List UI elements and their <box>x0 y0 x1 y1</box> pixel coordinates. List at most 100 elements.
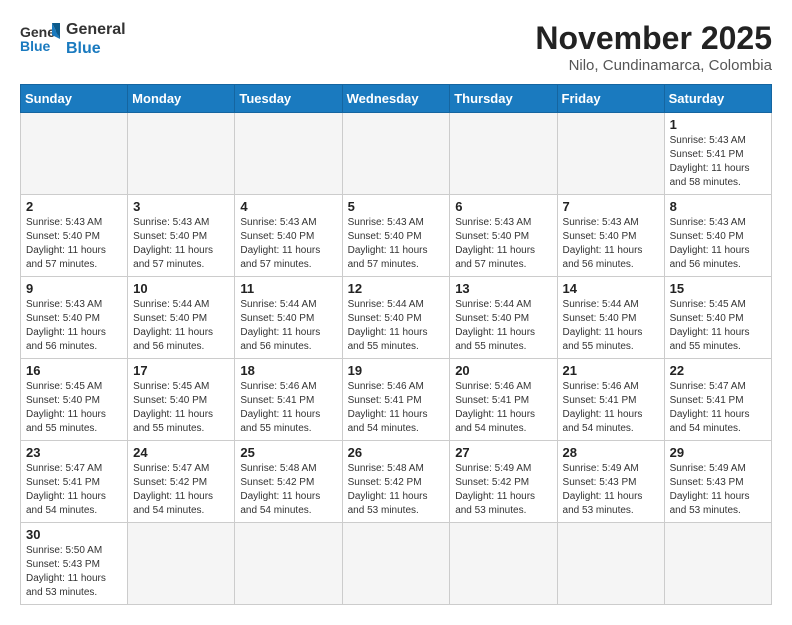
day-info: Sunrise: 5:43 AMSunset: 5:40 PMDaylight:… <box>133 216 229 272</box>
logo-icon: General Blue <box>20 21 60 57</box>
empty-cell <box>235 523 342 605</box>
empty-cell <box>128 113 235 195</box>
day-number: 8 <box>670 199 766 214</box>
calendar-row: 16 Sunrise: 5:45 AMSunset: 5:40 PMDayligh… <box>21 359 772 441</box>
day-number: 12 <box>348 281 445 296</box>
day-number: 5 <box>348 199 445 214</box>
day-number: 17 <box>133 363 229 378</box>
day-cell-26: 26 Sunrise: 5:48 AMSunset: 5:42 PMDayligh… <box>342 441 450 523</box>
day-cell-17: 17 Sunrise: 5:45 AMSunset: 5:40 PMDayligh… <box>128 359 235 441</box>
day-cell-4: 4Sunrise: 5:43 AMSunset: 5:40 PMDaylight… <box>235 195 342 277</box>
day-number: 26 <box>348 445 445 460</box>
day-number: 7 <box>563 199 659 214</box>
weekday-header-row: Sunday Monday Tuesday Wednesday Thursday… <box>21 85 772 113</box>
day-cell-16: 16Sunrise: 5:45 AMSunset: 5:40 PMDayligh… <box>21 359 128 441</box>
day-info: Sunrise: 5:46 AMSunset: 5:41 PMDaylight:… <box>455 380 551 436</box>
day-number: 23 <box>26 445 122 460</box>
day-cell-20: 20Sunrise: 5:46 AMSunset: 5:41 PMDayligh… <box>450 359 557 441</box>
day-cell-29: 29Sunrise: 5:49 AMSunset: 5:43 PMDayligh… <box>664 441 771 523</box>
day-cell-30: 30 Sunrise: 5:50 AMSunset: 5:43 PMDayligh… <box>21 523 128 605</box>
header-saturday: Saturday <box>664 85 771 113</box>
empty-cell <box>450 523 557 605</box>
calendar-row: 30 Sunrise: 5:50 AMSunset: 5:43 PMDayligh… <box>21 523 772 605</box>
day-info: Sunrise: 5:49 AMSunset: 5:42 PMDaylight:… <box>455 462 551 518</box>
day-number: 28 <box>563 445 659 460</box>
header-tuesday: Tuesday <box>235 85 342 113</box>
day-info: Sunrise: 5:47 AMSunset: 5:41 PMDaylight:… <box>670 380 766 436</box>
day-info: Sunrise: 5:46 AMSunset: 5:41 PMDaylight:… <box>240 380 336 436</box>
day-info: Sunrise: 5:45 AMSunset: 5:40 PMDaylight:… <box>133 380 229 436</box>
day-cell-6: 6 Sunrise: 5:43 AMSunset: 5:40 PMDaylight… <box>450 195 557 277</box>
day-cell-7: 7 Sunrise: 5:43 AMSunset: 5:40 PMDaylight… <box>557 195 664 277</box>
day-cell-10: 10 Sunrise: 5:44 AMSunset: 5:40 PMDayligh… <box>128 277 235 359</box>
empty-cell <box>21 113 128 195</box>
empty-cell <box>557 523 664 605</box>
day-cell-27: 27 Sunrise: 5:49 AMSunset: 5:42 PMDayligh… <box>450 441 557 523</box>
month-title: November 2025 <box>535 20 772 57</box>
day-info: Sunrise: 5:43 AMSunset: 5:40 PMDaylight:… <box>563 216 659 272</box>
empty-cell <box>128 523 235 605</box>
day-number: 16 <box>26 363 122 378</box>
day-number: 18 <box>240 363 336 378</box>
day-number: 19 <box>348 363 445 378</box>
empty-cell <box>450 113 557 195</box>
day-info: Sunrise: 5:44 AMSunset: 5:40 PMDaylight:… <box>133 298 229 354</box>
day-info: Sunrise: 5:43 AMSunset: 5:40 PMDaylight:… <box>240 216 336 272</box>
day-info: Sunrise: 5:50 AMSunset: 5:43 PMDaylight:… <box>26 544 122 600</box>
day-cell-8: 8 Sunrise: 5:43 AMSunset: 5:40 PMDaylight… <box>664 195 771 277</box>
day-number: 13 <box>455 281 551 296</box>
page-header: General Blue General Blue November 2025 … <box>20 20 772 74</box>
day-cell-3: 3 Sunrise: 5:43 AMSunset: 5:40 PMDaylight… <box>128 195 235 277</box>
day-info: Sunrise: 5:43 AMSunset: 5:40 PMDaylight:… <box>26 298 122 354</box>
day-info: Sunrise: 5:44 AMSunset: 5:40 PMDaylight:… <box>348 298 445 354</box>
day-info: Sunrise: 5:45 AMSunset: 5:40 PMDaylight:… <box>670 298 766 354</box>
day-cell-18: 18 Sunrise: 5:46 AMSunset: 5:41 PMDayligh… <box>235 359 342 441</box>
day-number: 2 <box>26 199 122 214</box>
day-number: 25 <box>240 445 336 460</box>
day-number: 30 <box>26 527 122 542</box>
svg-text:Blue: Blue <box>20 38 51 54</box>
day-info: Sunrise: 5:47 AMSunset: 5:42 PMDaylight:… <box>133 462 229 518</box>
day-number: 15 <box>670 281 766 296</box>
day-info: Sunrise: 5:44 AMSunset: 5:40 PMDaylight:… <box>455 298 551 354</box>
day-cell-19: 19 Sunrise: 5:46 AMSunset: 5:41 PMDayligh… <box>342 359 450 441</box>
day-info: Sunrise: 5:46 AMSunset: 5:41 PMDaylight:… <box>348 380 445 436</box>
day-cell-23: 23 Sunrise: 5:47 AMSunset: 5:41 PMDayligh… <box>21 441 128 523</box>
day-number: 6 <box>455 199 551 214</box>
day-info: Sunrise: 5:43 AMSunset: 5:40 PMDaylight:… <box>670 216 766 272</box>
calendar-row: 23 Sunrise: 5:47 AMSunset: 5:41 PMDayligh… <box>21 441 772 523</box>
day-number: 27 <box>455 445 551 460</box>
location: Nilo, Cundinamarca, Colombia <box>535 57 772 74</box>
empty-cell <box>342 113 450 195</box>
calendar-row: 9Sunrise: 5:43 AMSunset: 5:40 PMDaylight… <box>21 277 772 359</box>
day-cell-5: 5 Sunrise: 5:43 AMSunset: 5:40 PMDaylight… <box>342 195 450 277</box>
day-info: Sunrise: 5:43 AMSunset: 5:40 PMDaylight:… <box>455 216 551 272</box>
day-info: Sunrise: 5:43 AMSunset: 5:40 PMDaylight:… <box>348 216 445 272</box>
day-number: 24 <box>133 445 229 460</box>
day-info: Sunrise: 5:43 AMSunset: 5:40 PMDaylight:… <box>26 216 122 272</box>
day-info: Sunrise: 5:44 AMSunset: 5:40 PMDaylight:… <box>240 298 336 354</box>
day-info: Sunrise: 5:48 AMSunset: 5:42 PMDaylight:… <box>348 462 445 518</box>
day-info: Sunrise: 5:47 AMSunset: 5:41 PMDaylight:… <box>26 462 122 518</box>
empty-cell <box>235 113 342 195</box>
day-cell-9: 9Sunrise: 5:43 AMSunset: 5:40 PMDaylight… <box>21 277 128 359</box>
day-number: 3 <box>133 199 229 214</box>
day-info: Sunrise: 5:49 AMSunset: 5:43 PMDaylight:… <box>563 462 659 518</box>
day-cell-11: 11Sunrise: 5:44 AMSunset: 5:40 PMDayligh… <box>235 277 342 359</box>
day-cell-15: 15 Sunrise: 5:45 AMSunset: 5:40 PMDayligh… <box>664 277 771 359</box>
calendar-row-1: 1 Sunrise: 5:43 AMSunset: 5:41 PMDaylight… <box>21 113 772 195</box>
day-cell-24: 24 Sunrise: 5:47 AMSunset: 5:42 PMDayligh… <box>128 441 235 523</box>
day-info: Sunrise: 5:46 AMSunset: 5:41 PMDaylight:… <box>563 380 659 436</box>
day-cell-22: 22Sunrise: 5:47 AMSunset: 5:41 PMDayligh… <box>664 359 771 441</box>
header-monday: Monday <box>128 85 235 113</box>
day-info: Sunrise: 5:43 AMSunset: 5:41 PMDaylight:… <box>670 134 766 190</box>
day-cell-13: 13 Sunrise: 5:44 AMSunset: 5:40 PMDayligh… <box>450 277 557 359</box>
empty-cell <box>342 523 450 605</box>
day-number: 1 <box>670 117 766 132</box>
empty-cell <box>664 523 771 605</box>
day-number: 10 <box>133 281 229 296</box>
day-info: Sunrise: 5:44 AMSunset: 5:40 PMDaylight:… <box>563 298 659 354</box>
day-cell-1: 1 Sunrise: 5:43 AMSunset: 5:41 PMDaylight… <box>664 113 771 195</box>
empty-cell <box>557 113 664 195</box>
day-number: 29 <box>670 445 766 460</box>
